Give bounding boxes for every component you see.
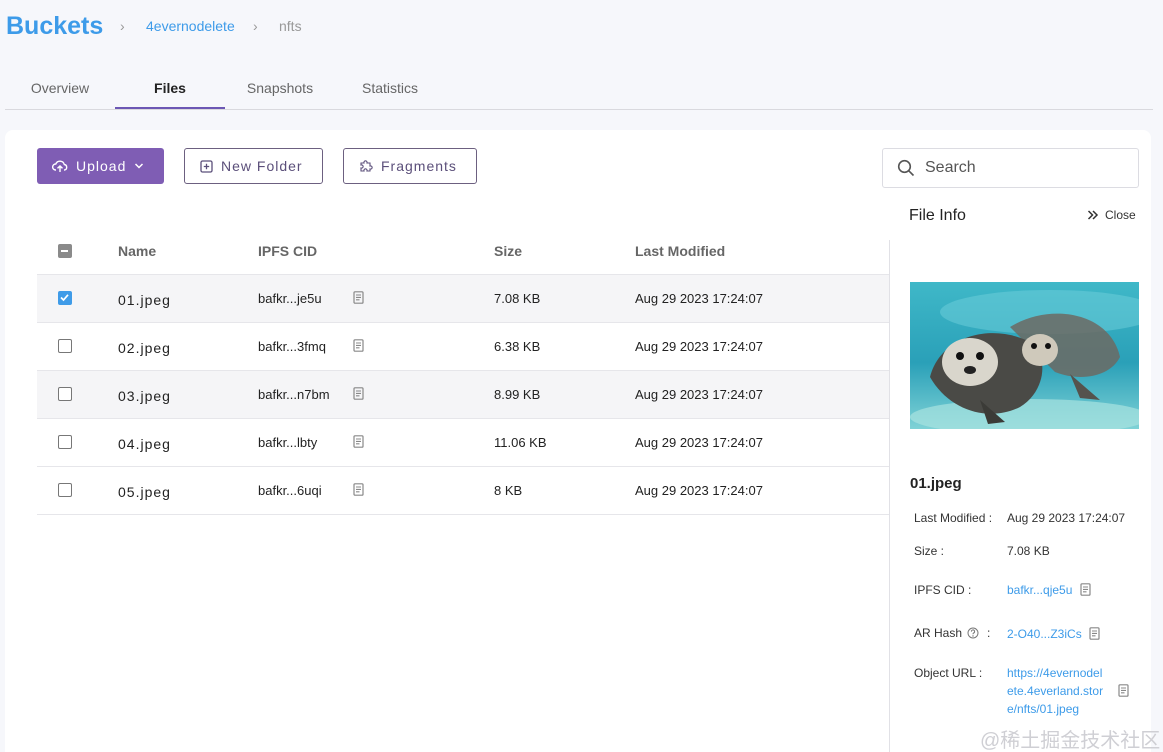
- copy-icon[interactable]: [353, 435, 364, 448]
- watermark: @稀土掘金技术社区: [980, 730, 1161, 752]
- double-chevron-right-icon: [1087, 210, 1099, 220]
- file-name[interactable]: 03.jpeg: [118, 388, 171, 404]
- file-size: 8.99 KB: [494, 387, 541, 402]
- help-icon[interactable]: [967, 627, 979, 639]
- cloud-upload-icon: [52, 160, 68, 172]
- ar-hash-link[interactable]: 2-O40...Z3iCs: [1007, 625, 1082, 643]
- breadcrumb-folder: nfts: [279, 18, 302, 34]
- table-row[interactable]: 04.jpeg bafkr...lbty 11.06 KB Aug 29 202…: [37, 419, 889, 467]
- tab-overview[interactable]: Overview: [5, 80, 115, 96]
- chevron-right-icon: ›: [120, 18, 125, 34]
- file-cid: bafkr...lbty: [258, 435, 318, 450]
- chevron-right-icon: ›: [253, 18, 258, 34]
- check-icon: [60, 294, 69, 302]
- ar-hash-colon: :: [987, 626, 991, 640]
- puzzle-icon: [360, 160, 373, 172]
- file-modified: Aug 29 2023 17:24:07: [635, 339, 763, 354]
- object-url-line: ete.4everland.stor: [1007, 684, 1104, 698]
- copy-icon[interactable]: [1080, 583, 1091, 596]
- files-panel: Upload New Folder Fragments Name IPFS: [5, 130, 1151, 752]
- add-folder-icon: [200, 159, 213, 173]
- upload-label: Upload: [76, 158, 127, 174]
- fragments-button[interactable]: Fragments: [343, 148, 477, 184]
- fragments-label: Fragments: [381, 158, 457, 174]
- size-label: Size :: [914, 544, 945, 558]
- close-label: Close: [1105, 208, 1136, 222]
- table-row[interactable]: 01.jpeg bafkr...je5u 7.08 KB Aug 29 2023…: [37, 275, 889, 323]
- select-all-checkbox[interactable]: [58, 244, 72, 258]
- file-name[interactable]: 01.jpeg: [118, 292, 171, 308]
- row-checkbox[interactable]: [58, 291, 72, 305]
- file-cid: bafkr...je5u: [258, 291, 322, 306]
- files-table: Name IPFS CID Size Last Modified 01.jpeg…: [37, 227, 889, 515]
- copy-icon[interactable]: [1089, 627, 1100, 640]
- table-header: Name IPFS CID Size Last Modified: [37, 227, 889, 275]
- copy-icon[interactable]: [353, 387, 364, 400]
- search-box[interactable]: [882, 148, 1139, 188]
- active-tab-indicator: [115, 107, 225, 109]
- file-cid: bafkr...n7bm: [258, 387, 330, 402]
- row-checkbox[interactable]: [58, 387, 72, 401]
- new-folder-button[interactable]: New Folder: [184, 148, 323, 184]
- column-header-name[interactable]: Name: [118, 243, 156, 259]
- file-name[interactable]: 05.jpeg: [118, 484, 171, 500]
- tab-files[interactable]: Files: [115, 80, 225, 96]
- tab-bar: Overview Files Snapshots Statistics: [5, 66, 1153, 110]
- column-header-size[interactable]: Size: [494, 243, 522, 259]
- file-cid: bafkr...3fmq: [258, 339, 326, 354]
- row-checkbox[interactable]: [58, 339, 72, 353]
- file-modified: Aug 29 2023 17:24:07: [635, 483, 763, 498]
- cid-label: IPFS CID :: [914, 583, 972, 597]
- file-preview-image: [910, 282, 1139, 429]
- file-name[interactable]: 04.jpeg: [118, 436, 171, 452]
- breadcrumb-bucket[interactable]: 4evernodelete: [146, 18, 235, 34]
- table-row[interactable]: 03.jpeg bafkr...n7bm 8.99 KB Aug 29 2023…: [37, 371, 889, 419]
- table-row[interactable]: 02.jpeg bafkr...3fmq 6.38 KB Aug 29 2023…: [37, 323, 889, 371]
- file-size: 8 KB: [494, 483, 523, 498]
- table-row[interactable]: 05.jpeg bafkr...6uqi 8 KB Aug 29 2023 17…: [37, 467, 889, 515]
- object-url-line: e/nfts/01.jpeg: [1007, 702, 1080, 716]
- file-size: 6.38 KB: [494, 339, 541, 354]
- last-modified-label: Last Modified :: [914, 511, 993, 525]
- file-size: 7.08 KB: [494, 291, 541, 306]
- file-size: 11.06 KB: [494, 435, 547, 450]
- object-url-label: Object URL :: [914, 666, 983, 680]
- header: Buckets › 4evernodelete › nfts: [0, 0, 1163, 60]
- file-modified: Aug 29 2023 17:24:07: [635, 291, 763, 306]
- upload-button[interactable]: Upload: [37, 148, 164, 184]
- page-title[interactable]: Buckets: [6, 12, 103, 41]
- last-modified-value: Aug 29 2023 17:24:07: [1007, 511, 1126, 525]
- file-info-title: File Info: [909, 207, 966, 224]
- cid-link[interactable]: bafkr...qje5u: [1007, 581, 1072, 599]
- file-name[interactable]: 02.jpeg: [118, 340, 171, 356]
- object-url-line: https://4evernodel: [1007, 666, 1103, 680]
- object-url-link[interactable]: https://4evernodel ete.4everland.stor e/…: [1007, 664, 1103, 718]
- copy-icon[interactable]: [353, 483, 364, 496]
- column-header-modified[interactable]: Last Modified: [635, 243, 725, 259]
- copy-icon[interactable]: [1118, 684, 1129, 697]
- ar-hash-label: AR Hash: [914, 626, 963, 640]
- search-icon: [897, 159, 915, 177]
- size-value: 7.08 KB: [1007, 544, 1050, 558]
- file-modified: Aug 29 2023 17:24:07: [635, 387, 763, 402]
- file-cid: bafkr...6uqi: [258, 483, 322, 498]
- search-input[interactable]: [925, 159, 1125, 177]
- row-checkbox[interactable]: [58, 435, 72, 449]
- row-checkbox[interactable]: [58, 483, 72, 497]
- tab-snapshots[interactable]: Snapshots: [225, 80, 335, 96]
- minus-icon: [61, 249, 68, 252]
- column-header-cid[interactable]: IPFS CID: [258, 243, 317, 259]
- close-button[interactable]: Close: [1087, 208, 1136, 222]
- file-modified: Aug 29 2023 17:24:07: [635, 435, 763, 450]
- file-info-name: 01.jpeg: [910, 475, 962, 492]
- panel-divider: [889, 240, 890, 752]
- chevron-down-icon: [135, 163, 144, 169]
- new-folder-label: New Folder: [221, 158, 303, 174]
- tab-statistics[interactable]: Statistics: [335, 80, 445, 96]
- copy-icon[interactable]: [353, 291, 364, 304]
- copy-icon[interactable]: [353, 339, 364, 352]
